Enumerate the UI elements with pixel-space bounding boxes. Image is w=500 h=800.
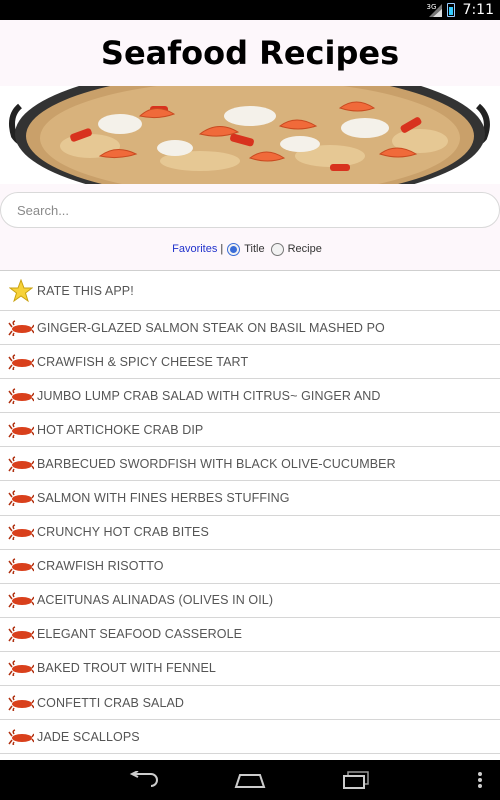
list-item-label: ELEGANT SEAFOOD CASSEROLE xyxy=(37,627,243,642)
list-item-label: CRAWFISH RISOTTO xyxy=(37,559,164,574)
network-type-label: 3G xyxy=(426,3,437,11)
crawfish-icon xyxy=(8,657,34,679)
list-item[interactable]: BARBECUED SWORDFISH WITH BLACK OLIVE-CUC… xyxy=(0,447,500,482)
home-icon xyxy=(234,774,266,788)
favorites-link[interactable]: Favorites xyxy=(172,243,217,255)
crawfish-icon xyxy=(8,623,34,645)
crawfish-icon xyxy=(8,453,34,475)
page-title: Seafood Recipes xyxy=(100,34,400,72)
recipe-list: RATE THIS APP! GINGER-GLAZED SALMON STEA… xyxy=(0,270,500,760)
list-item[interactable]: HOT ARTICHOKE CRAB DIP xyxy=(0,413,500,448)
crawfish-icon xyxy=(8,555,34,577)
navigation-bar xyxy=(0,760,500,800)
signal-icon: 3G xyxy=(427,2,443,18)
overflow-menu-icon xyxy=(478,772,482,788)
list-item-label: ACEITUNAS ALINADAS (OLIVES IN OIL) xyxy=(37,593,274,608)
radio-option-title[interactable]: Title xyxy=(227,242,265,256)
status-bar: 3G 7:11 xyxy=(0,0,500,20)
list-item[interactable]: GINGER-GLAZED SALMON STEAK ON BASIL MASH… xyxy=(0,311,500,346)
list-item[interactable]: SALMON WITH FINES HERBES STUFFING xyxy=(0,481,500,516)
list-item[interactable]: CRUNCHY HOT CRAB BITES xyxy=(0,516,500,550)
overflow-menu-button[interactable] xyxy=(470,766,490,794)
filter-separator: | xyxy=(220,243,224,255)
crawfish-icon xyxy=(8,351,34,373)
list-item-label: SALMON WITH FINES HERBES STUFFING xyxy=(37,491,290,506)
list-item-label: HOT ARTICHOKE CRAB DIP xyxy=(37,422,204,437)
list-item[interactable]: BAKED TROUT WITH FENNEL xyxy=(0,652,500,687)
list-item-label: JADE SCALLOPS xyxy=(37,729,140,744)
filter-row: Favorites | Title Recipe xyxy=(0,238,500,260)
list-item-label: RATE THIS APP! xyxy=(37,283,134,298)
radio-label-recipe: Recipe xyxy=(287,243,322,255)
list-item[interactable]: ACEITUNAS ALINADAS (OLIVES IN OIL) xyxy=(0,584,500,618)
list-item[interactable]: JADE SCALLOPS xyxy=(0,720,500,755)
search-container xyxy=(0,192,500,228)
back-icon xyxy=(129,771,158,787)
crawfish-icon xyxy=(8,726,34,748)
list-item-label: BARBECUED SWORDFISH WITH BLACK OLIVE-CUC… xyxy=(37,456,396,471)
crawfish-icon xyxy=(8,692,34,714)
banner-image xyxy=(0,86,500,184)
battery-icon xyxy=(446,3,455,17)
home-button[interactable] xyxy=(232,766,268,794)
list-item-label: CRAWFISH & SPICY CHEESE TART xyxy=(37,354,249,369)
list-item[interactable]: CONFETTI CRAB SALAD xyxy=(0,686,500,721)
list-item[interactable]: ELEGANT SEAFOOD CASSEROLE xyxy=(0,618,500,652)
list-item-label: CONFETTI CRAB SALAD xyxy=(37,695,185,710)
radio-label-title: Title xyxy=(244,243,265,255)
recent-apps-icon xyxy=(343,771,369,789)
rate-app-item[interactable]: RATE THIS APP! xyxy=(0,271,500,311)
list-item-label: BAKED TROUT WITH FENNEL xyxy=(37,661,216,676)
list-item[interactable]: CRAWFISH RISOTTO xyxy=(0,550,500,584)
recent-apps-button[interactable] xyxy=(338,766,374,794)
list-item-label: GINGER-GLAZED SALMON STEAK ON BASIL MASH… xyxy=(37,320,385,335)
crawfish-icon xyxy=(8,317,34,339)
radio-option-recipe[interactable]: Recipe xyxy=(270,242,322,256)
crawfish-icon xyxy=(8,589,34,611)
search-input[interactable] xyxy=(0,192,500,228)
back-button[interactable] xyxy=(126,766,162,794)
crawfish-icon xyxy=(8,521,34,543)
list-item[interactable]: CRAWFISH & SPICY CHEESE TART xyxy=(0,345,500,380)
list-item[interactable]: JUMBO LUMP CRAB SALAD WITH CITRUS~ GINGE… xyxy=(0,379,500,414)
list-item-label: CRUNCHY HOT CRAB BITES xyxy=(37,525,209,540)
radio-button-title[interactable] xyxy=(227,242,241,256)
star-icon xyxy=(8,278,34,302)
crawfish-icon xyxy=(8,487,34,509)
crawfish-icon xyxy=(8,419,34,441)
clock: 7:11 xyxy=(462,2,494,18)
radio-button-recipe[interactable] xyxy=(270,242,284,256)
list-item-label: JUMBO LUMP CRAB SALAD WITH CITRUS~ GINGE… xyxy=(37,388,381,403)
status-icons: 3G 7:11 xyxy=(427,0,494,20)
crawfish-icon xyxy=(8,385,34,407)
app-header: Seafood Recipes xyxy=(0,20,500,86)
